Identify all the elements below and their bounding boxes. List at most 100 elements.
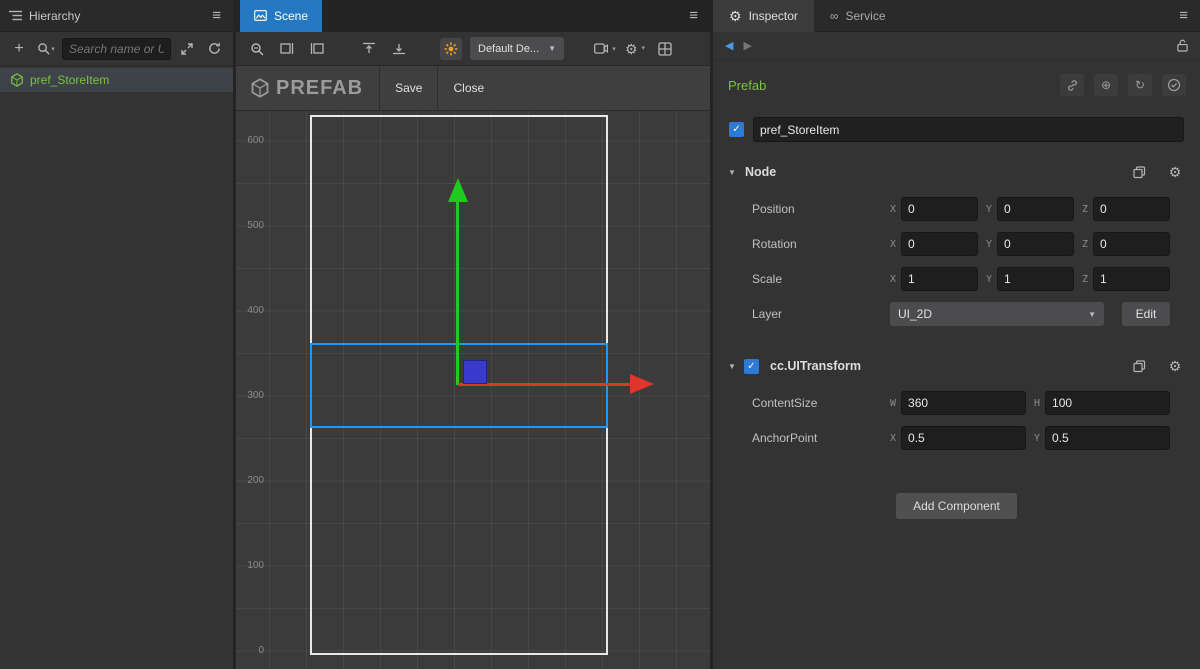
ruler-label: 600: [238, 135, 264, 146]
prefab-hexagon-icon: [250, 78, 270, 98]
tab-service-label: Service: [845, 9, 885, 23]
search-filter-button[interactable]: ▾: [35, 38, 57, 60]
paste-component-icon[interactable]: [1128, 161, 1150, 183]
scale-y-input[interactable]: [997, 267, 1074, 291]
anchor-point-row: AnchorPoint X Y: [752, 425, 1170, 451]
add-node-button[interactable]: +: [8, 38, 30, 60]
collapse-icon[interactable]: ▼: [728, 168, 742, 177]
layer-row: Layer UI_2D ▼ Edit: [752, 301, 1170, 327]
gear-icon[interactable]: ⚙: [1164, 161, 1186, 183]
rotation-x-input[interactable]: [901, 232, 978, 256]
frame-all-icon[interactable]: [306, 38, 328, 60]
prefab-cube-icon: [10, 73, 24, 87]
inspector-tabs: ⚙ Inspector ∞ Service: [713, 0, 902, 32]
axis-x-label: X: [890, 433, 896, 444]
layer-edit-button[interactable]: Edit: [1122, 302, 1170, 326]
node-section-header: ▼ Node ⚙: [728, 158, 1186, 186]
tab-inspector[interactable]: ⚙ Inspector: [713, 0, 814, 32]
position-x-input[interactable]: [901, 197, 978, 221]
chevron-down-icon: ▾: [612, 45, 616, 53]
hierarchy-item-pref-storeitem[interactable]: pref_StoreItem: [0, 68, 233, 92]
inspector-panel: ⚙ Inspector ∞ Service ≡ ◀ ▶ Prefab ⊕ ↻: [713, 0, 1200, 669]
layer-dropdown[interactable]: UI_2D ▼: [890, 302, 1104, 326]
display-mode-dropdown[interactable]: Default De... ▼: [470, 37, 564, 60]
scale-z-input[interactable]: [1093, 267, 1170, 291]
anchor-point-x-input[interactable]: [901, 426, 1026, 450]
anchor-point-label: AnchorPoint: [752, 431, 890, 445]
display-mode-value: Default De...: [478, 43, 539, 55]
prefab-asset-label: Prefab: [728, 78, 766, 93]
position-z-input[interactable]: [1093, 197, 1170, 221]
scene-settings-dropdown[interactable]: ⚙ ▾: [624, 38, 646, 60]
rotation-label: Rotation: [752, 237, 890, 251]
frame-selection-icon[interactable]: [276, 38, 298, 60]
uitransform-enable-checkbox[interactable]: ✓: [744, 359, 759, 374]
expand-collapse-icon[interactable]: [176, 38, 198, 60]
service-icon: ∞: [830, 9, 839, 23]
align-top-icon[interactable]: [358, 38, 380, 60]
node-name-input[interactable]: [753, 117, 1184, 142]
scene-tab-label: Scene: [274, 9, 308, 23]
rotation-z-input[interactable]: [1093, 232, 1170, 256]
nav-back-icon[interactable]: ◀: [725, 39, 733, 52]
axis-y-label: Y: [986, 274, 992, 285]
scale-x-input[interactable]: [901, 267, 978, 291]
hierarchy-title-label: Hierarchy: [29, 9, 80, 23]
content-size-h-input[interactable]: [1045, 391, 1170, 415]
gizmo-y-axis-arrowhead[interactable]: [448, 178, 468, 202]
axis-y-label: Y: [986, 204, 992, 215]
hierarchy-toolbar: + ▾: [0, 32, 233, 66]
node-section-body: Position X Y Z Rotation X Y Z Scale X Y …: [713, 196, 1200, 336]
check-icon: ✓: [732, 124, 740, 135]
scene-light-toggle-icon[interactable]: [440, 38, 462, 60]
ruler-label: 0: [238, 645, 264, 656]
gizmo-y-axis[interactable]: [456, 200, 459, 385]
align-bottom-icon[interactable]: [388, 38, 410, 60]
refresh-icon[interactable]: [203, 38, 225, 60]
zoom-icon[interactable]: [246, 38, 268, 60]
layout-grid-icon[interactable]: [654, 38, 676, 60]
axis-z-label: Z: [1082, 274, 1088, 285]
unlink-prefab-icon[interactable]: [1060, 74, 1084, 96]
scene-header: Scene ≡: [236, 0, 710, 32]
locate-asset-icon[interactable]: ⊕: [1094, 74, 1118, 96]
position-row: Position X Y Z: [752, 196, 1170, 222]
prefab-save-button[interactable]: Save: [380, 66, 437, 110]
apply-prefab-icon[interactable]: [1162, 74, 1186, 96]
add-component-button[interactable]: Add Component: [896, 493, 1017, 519]
hierarchy-menu-icon[interactable]: ≡: [200, 7, 233, 24]
prefab-logo-text: PREFAB: [276, 77, 363, 100]
content-size-row: ContentSize W H: [752, 390, 1170, 416]
camera-dropdown[interactable]: ▾: [594, 38, 616, 60]
scale-row: Scale X Y Z: [752, 266, 1170, 292]
tab-service[interactable]: ∞ Service: [814, 0, 902, 32]
gizmo-x-axis-arrowhead[interactable]: [630, 374, 654, 394]
collapse-icon[interactable]: ▼: [728, 362, 742, 371]
axis-h-label: H: [1034, 398, 1040, 409]
prefab-close-button[interactable]: Close: [438, 66, 499, 110]
prefab-edit-bar: PREFAB Save Close: [236, 66, 710, 111]
scene-panel: Scene ≡ Default De... ▼ ▾: [236, 0, 710, 669]
lock-icon[interactable]: [1177, 39, 1188, 52]
node-active-checkbox[interactable]: ✓: [729, 122, 744, 137]
axis-z-label: Z: [1082, 239, 1088, 250]
gear-icon[interactable]: ⚙: [1164, 355, 1186, 377]
hierarchy-search-input[interactable]: [62, 38, 171, 60]
nav-forward-icon[interactable]: ▶: [743, 39, 751, 52]
ruler-label: 200: [238, 475, 264, 486]
revert-prefab-icon[interactable]: ↻: [1128, 74, 1152, 96]
rotation-y-input[interactable]: [997, 232, 1074, 256]
gear-icon: ⚙: [625, 42, 638, 56]
anchor-point-y-input[interactable]: [1045, 426, 1170, 450]
position-y-input[interactable]: [997, 197, 1074, 221]
ruler-label: 500: [238, 220, 264, 231]
scene-menu-icon[interactable]: ≡: [677, 7, 710, 24]
inspector-menu-icon[interactable]: ≡: [1167, 7, 1200, 24]
content-size-w-input[interactable]: [901, 391, 1026, 415]
gizmo-center-handle[interactable]: [463, 360, 487, 384]
search-filter-caret-icon: ▾: [51, 45, 55, 53]
tab-scene[interactable]: Scene: [240, 0, 322, 32]
scene-tab-icon: [254, 10, 267, 21]
paste-component-icon[interactable]: [1128, 355, 1150, 377]
scene-viewport[interactable]: 600 500 400 300 200 100 0: [236, 66, 710, 669]
